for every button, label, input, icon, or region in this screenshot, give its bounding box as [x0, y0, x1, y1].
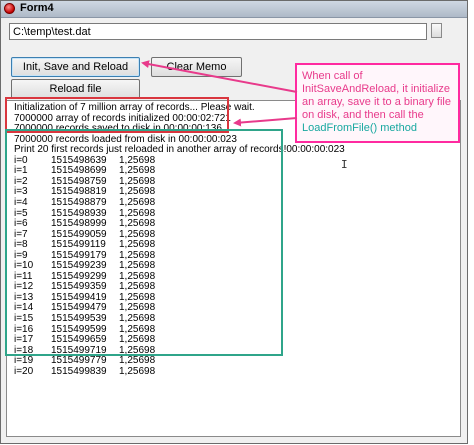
title-bar[interactable]: Form4 — [1, 1, 467, 18]
app-icon — [4, 3, 15, 14]
memo-row-dbl: 1,25698 — [119, 365, 156, 377]
path-input[interactable] — [9, 23, 427, 40]
annotation-text-main: When call of InitSaveAndReload, it initi… — [302, 70, 451, 121]
annotation-text: When call of InitSaveAndReload, it initi… — [302, 70, 457, 135]
highlight-box-red — [5, 97, 229, 133]
annotation-callout: When call of InitSaveAndReload, it initi… — [295, 63, 460, 143]
window-title: Form4 — [20, 2, 54, 14]
memo-row-i: i=20 — [14, 365, 34, 377]
highlight-box-green — [5, 129, 283, 356]
clear-memo-button[interactable]: Clear Memo — [151, 57, 242, 77]
scroll-handle[interactable] — [431, 23, 442, 38]
memo-row-i: i=19 — [14, 355, 34, 367]
memo-row-dbl: 1,25698 — [119, 355, 156, 367]
memo-row-val: 1515499839 — [51, 365, 107, 377]
reload-file-button[interactable]: Reload file — [11, 79, 140, 99]
text-cursor-icon: I — [341, 158, 348, 171]
annotation-text-method: LoadFromFile() method — [302, 122, 417, 134]
memo-row-val: 1515499779 — [51, 355, 107, 367]
init-save-reload-button[interactable]: Init, Save and Reload — [11, 57, 140, 77]
